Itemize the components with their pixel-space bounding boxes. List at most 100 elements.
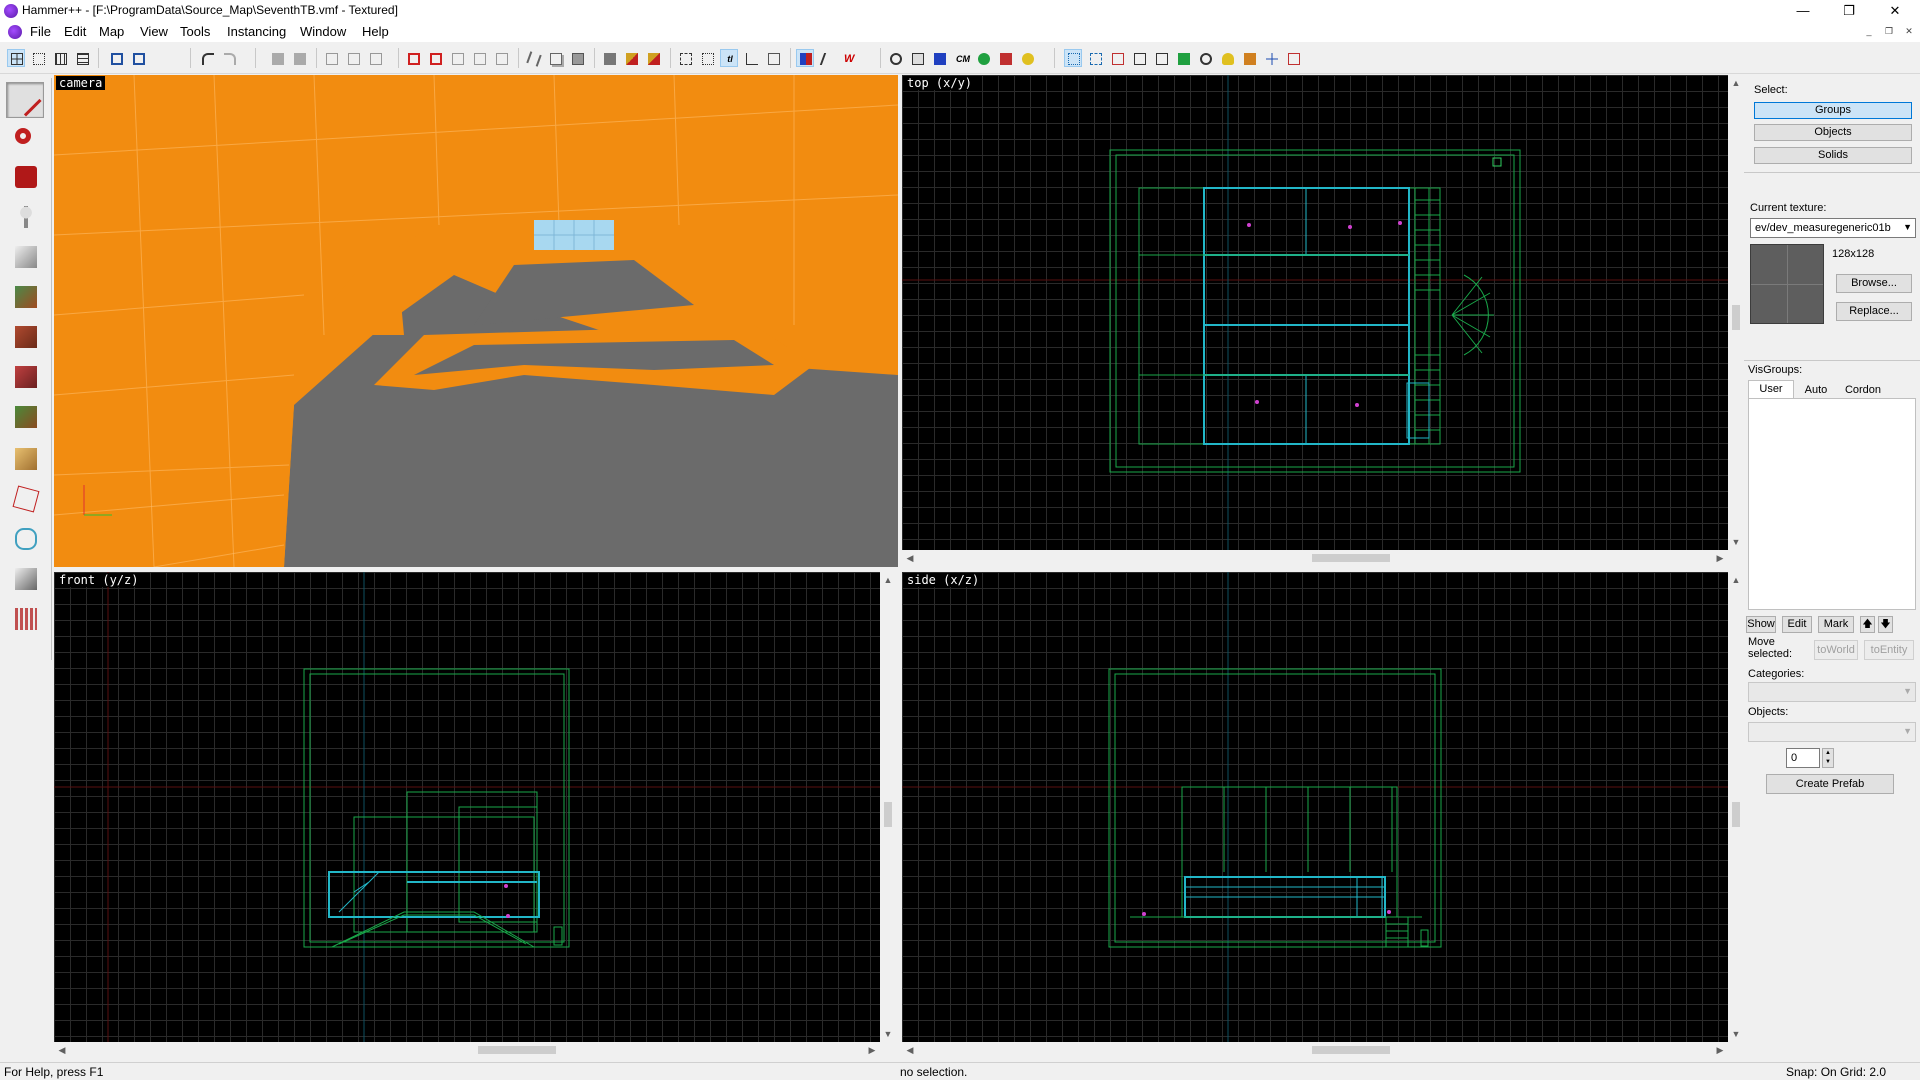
top-viewport-horizontal-scrollbar[interactable]: ◀ ▶	[902, 550, 1728, 566]
close-button[interactable]: ✕	[1872, 0, 1918, 22]
path-tool[interactable]	[6, 520, 44, 556]
scroll-thumb[interactable]	[1312, 1046, 1390, 1054]
draw-connections-button[interactable]	[818, 49, 837, 67]
ignore-groups-button[interactable]	[764, 49, 782, 67]
menu-edit[interactable]: Edit	[62, 24, 88, 39]
carve-button[interactable]	[268, 49, 286, 67]
ungroup-button[interactable]	[129, 49, 147, 67]
tab-auto[interactable]: Auto	[1796, 382, 1836, 398]
scroll-down-arrow-icon[interactable]: ▼	[880, 1026, 896, 1042]
scroll-right-arrow-icon[interactable]: ▶	[864, 1042, 880, 1058]
mdi-close-icon[interactable]: ✕	[1902, 25, 1916, 38]
overlay-tool[interactable]	[6, 398, 44, 434]
scroll-thumb[interactable]	[478, 1046, 556, 1054]
select-groups-button[interactable]: Groups	[1754, 102, 1912, 119]
scroll-down-arrow-icon[interactable]: ▼	[1728, 1026, 1744, 1042]
compile-button[interactable]	[1018, 49, 1036, 67]
align-right-button[interactable]	[344, 49, 362, 67]
flip-z-button[interactable]	[448, 49, 466, 67]
minimize-button[interactable]: —	[1780, 0, 1826, 22]
scale-button[interactable]	[492, 49, 510, 67]
scroll-thumb[interactable]	[1732, 802, 1740, 827]
vertex-tool[interactable]	[6, 480, 44, 516]
camera-tool[interactable]	[6, 158, 44, 194]
mdi-minimize-icon[interactable]: _	[1862, 25, 1876, 38]
sounds-button[interactable]	[1240, 49, 1258, 67]
terrain-tool[interactable]	[6, 600, 44, 636]
menu-window[interactable]: Window	[298, 24, 348, 39]
region-button[interactable]	[1086, 49, 1104, 67]
props-button[interactable]	[930, 49, 948, 67]
draw-entity-names-button[interactable]	[796, 49, 814, 67]
menu-view[interactable]: View	[138, 24, 170, 39]
toggle-3d-grid-button[interactable]	[29, 49, 47, 67]
cut-button[interactable]	[524, 49, 542, 67]
tab-cordon[interactable]: Cordon	[1838, 382, 1888, 398]
texture-lock-toggle-button[interactable]: tl	[720, 49, 738, 67]
scroll-left-arrow-icon[interactable]: ◀	[902, 1042, 918, 1058]
align-left-button[interactable]	[322, 49, 340, 67]
front-viewport[interactable]: front (y/z)	[54, 572, 880, 1042]
prefab-count-input[interactable]: 0	[1786, 748, 1820, 768]
sprites-button[interactable]	[1130, 49, 1148, 67]
scroll-right-arrow-icon[interactable]: ▶	[1712, 1042, 1728, 1058]
texture-dropdown[interactable]: ev/dev_measuregeneric01b ▼	[1750, 218, 1916, 238]
crosshair-button[interactable]	[1262, 49, 1280, 67]
flip-x-button[interactable]	[404, 49, 422, 67]
browse-button[interactable]: Browse...	[1836, 274, 1912, 293]
mark-button[interactable]: Mark	[1818, 616, 1854, 633]
top-viewport[interactable]: top (x/y)	[902, 75, 1728, 550]
selection-tool[interactable]	[6, 82, 44, 118]
move-up-icon[interactable]: 🡅	[1860, 616, 1875, 633]
side-viewport-horizontal-scrollbar[interactable]: ◀ ▶	[902, 1042, 1728, 1058]
to-entity-button[interactable]: toEntity	[1864, 640, 1914, 660]
categories-dropdown[interactable]: ▼	[1748, 682, 1916, 702]
create-prefab-button[interactable]: Create Prefab	[1766, 774, 1894, 794]
select-solids-button[interactable]: Solids	[1754, 147, 1912, 164]
move-down-icon[interactable]: 🡇	[1878, 616, 1893, 633]
side-viewport[interactable]: side (x/z)	[902, 572, 1728, 1042]
scroll-up-arrow-icon[interactable]: ▲	[1728, 75, 1744, 91]
spin-stepper-icon[interactable]: ▲ ▼	[1822, 748, 1834, 768]
lights-button[interactable]	[1218, 49, 1236, 67]
hide-button[interactable]	[600, 49, 618, 67]
cordon-tool[interactable]	[6, 560, 44, 596]
decals-button[interactable]	[1152, 49, 1170, 67]
rotate-button[interactable]	[470, 49, 488, 67]
selection-mode-button[interactable]	[1064, 49, 1082, 67]
redo-button[interactable]	[220, 49, 238, 67]
scroll-up-arrow-icon[interactable]: ▲	[880, 572, 896, 588]
scroll-up-arrow-icon[interactable]: ▲	[1728, 572, 1744, 588]
tab-user[interactable]: User	[1748, 380, 1794, 398]
menu-tools[interactable]: Tools	[178, 24, 212, 39]
select-all-button[interactable]	[676, 49, 694, 67]
scroll-down-arrow-icon[interactable]: ▼	[1728, 534, 1744, 550]
texture-lock-button[interactable]	[622, 49, 640, 67]
toggle-grid-button[interactable]	[7, 49, 25, 67]
models-toggle-button[interactable]	[886, 49, 904, 67]
collision-model-button[interactable]: CM	[952, 49, 970, 67]
edit-button[interactable]: Edit	[1782, 616, 1812, 633]
to-world-button[interactable]: toWorld	[1814, 640, 1858, 660]
align-top-button[interactable]	[366, 49, 384, 67]
scroll-left-arrow-icon[interactable]: ◀	[902, 550, 918, 566]
scroll-thumb[interactable]	[884, 802, 892, 827]
scroll-left-arrow-icon[interactable]: ◀	[54, 1042, 70, 1058]
magnify-tool[interactable]	[6, 120, 44, 156]
axis-toggle-button[interactable]	[742, 49, 760, 67]
maximize-button[interactable]: ❐	[1826, 0, 1872, 22]
texture-application-tool[interactable]	[6, 278, 44, 314]
camera-viewport[interactable]: camera	[54, 75, 898, 567]
overlays-button[interactable]	[1174, 49, 1192, 67]
fullbright-button[interactable]	[908, 49, 926, 67]
draw-button[interactable]	[996, 49, 1014, 67]
wireframe-button[interactable]: W	[840, 49, 858, 67]
smaller-grid-button[interactable]	[51, 49, 69, 67]
fx-button[interactable]	[1108, 49, 1126, 67]
apply-current-texture-tool[interactable]	[6, 318, 44, 354]
entity-tool[interactable]	[6, 198, 44, 234]
menu-file[interactable]: File	[28, 24, 53, 39]
nodes-button[interactable]	[1196, 49, 1214, 67]
objects-dropdown[interactable]: ▼	[1748, 722, 1916, 742]
scroll-thumb[interactable]	[1732, 305, 1740, 330]
